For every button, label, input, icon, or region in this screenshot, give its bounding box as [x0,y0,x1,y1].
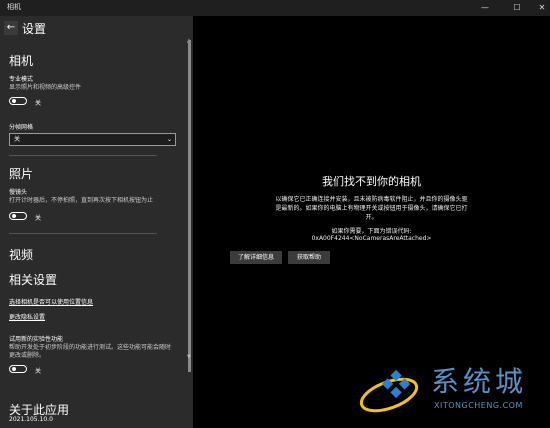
divider [9,155,157,156]
error-title: 我们找不到你的相机 [322,175,421,188]
error-text: 是最新的。如果你的电脑上有物理开关或按钮用于摄像头，请确保它已打 [275,205,468,212]
timelapse-toggle[interactable] [9,212,27,220]
title-bar: 相机 — ☐ ✕ [0,0,550,16]
watermark-logo-icon [359,369,419,413]
back-button[interactable]: ← [4,21,18,35]
window-title: 相机 [7,3,21,11]
grid-select-value: 关 [14,136,21,143]
error-text: 以确保它已正确连接并安装，且未被防病毒软件阻止，并且你的摄像头驱 [275,196,468,203]
chevron-down-icon: ⌄ [166,136,172,143]
minimize-button[interactable]: — [472,0,498,16]
privacy-settings-link[interactable]: 更改隐私设置 [9,312,45,321]
get-help-button[interactable]: 获取帮助 [288,251,330,264]
experimental-toggle[interactable] [9,365,27,373]
learn-more-button[interactable]: 了解详细信息 [230,251,282,264]
video-heading: 视频 [9,248,34,262]
watermark-text: 系统城 [431,365,528,398]
timelapse-desc: 打开计时器后，不停拍照，直到再次按下相机按钮为止 [9,197,154,204]
maximize-button[interactable]: ☐ [504,0,530,16]
error-code: 0xA00F4244<NoCamerasAreAttached> [311,235,432,242]
grid-label: 分帧网格 [9,124,34,131]
watermark-url: XITONGCHENG.COM [434,401,523,410]
close-button[interactable]: ✕ [529,0,550,16]
photo-heading: 照片 [9,167,34,181]
location-settings-link[interactable]: 选择相机是否可以使用位置信息 [9,297,93,306]
pro-mode-state: 关 [35,100,42,107]
app-version: 2021.105.10.0 [9,416,53,423]
settings-pane: ← 设置 相机 专业模式 显示照片和视频的高级控件 关 分帧网格 关 ⌄ 照片 … [0,16,193,428]
related-settings-heading: 相关设置 [9,273,58,287]
scroll-down-icon[interactable]: ▼ [187,354,192,360]
experimental-state: 关 [35,368,42,375]
pro-mode-desc: 显示照片和视频的高级控件 [9,84,82,91]
experimental-desc: 更改或删除。 [9,352,46,359]
error-text: 开。 [365,214,378,221]
divider [9,233,157,234]
timelapse-state: 关 [35,215,42,222]
grid-select[interactable]: 关 ⌄ [9,133,176,146]
camera-heading: 相机 [9,54,34,68]
scrollbar[interactable] [188,40,191,372]
settings-title: 设置 [22,22,47,36]
pro-mode-toggle[interactable] [9,97,27,105]
error-code-intro: 如果你需要，下面为错误代码: [331,228,412,235]
